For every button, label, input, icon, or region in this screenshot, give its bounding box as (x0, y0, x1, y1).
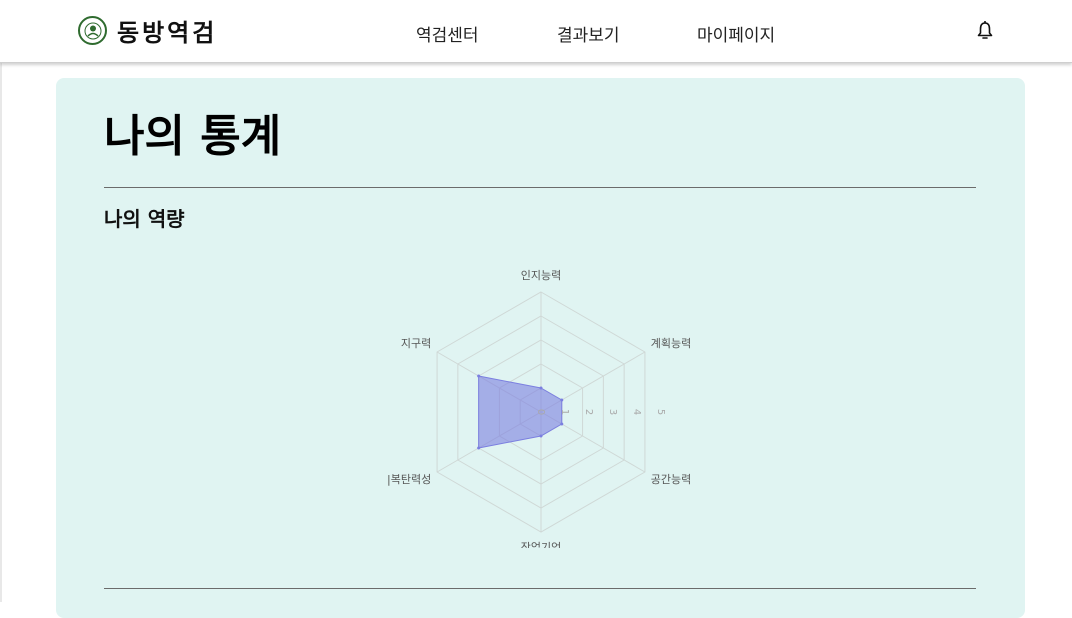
radar-tick-label: 2 (583, 409, 594, 415)
radar-axis-label: 인지능력 (521, 269, 561, 282)
logo-text: 동방역검 (117, 18, 218, 47)
page-left-border (0, 62, 2, 602)
radar-tick-label: 3 (607, 409, 618, 415)
radar-axis-label: 계획능력 (651, 337, 691, 350)
radar-chart: 0 1 2 3 4 5 인지능력계획능력공간능력작업기억 |복탄력성 지구력 (387, 269, 691, 548)
radar-axis-label: 작업기억 (521, 541, 561, 548)
radar-series-area-1 (478, 375, 563, 449)
radar-axis-label: |복탄력성 (387, 473, 431, 486)
radar-tick-label: 5 (655, 409, 666, 415)
radar-data-point-2 (560, 398, 564, 402)
radar-data-point-3 (560, 422, 564, 426)
statistics-panel: 나의 통계 나의 역량 0 1 2 3 4 5 인지능력 계획능력 공간능력 작업기억 |복탄력성 지… (56, 78, 1025, 618)
nav-item-mypage[interactable]: 마이페이지 (697, 21, 775, 46)
radar-axis-label: 지구력 (401, 337, 431, 350)
top-navigation-bar: 동방역검 역검센터 결과보기 마이페이지 (0, 0, 1072, 63)
radar-tick-label: 1 (559, 409, 570, 415)
radar-data-point-4 (539, 434, 543, 438)
logo-icon (78, 16, 107, 45)
radar-data-point-5 (477, 446, 481, 450)
radar-tick-label: 0 (535, 409, 546, 415)
radar-data-point-6 (477, 374, 481, 378)
radar-axis-label: 공간능력 (651, 473, 691, 486)
radar-data-point-1 (539, 386, 543, 390)
logo[interactable]: 동방역검 (78, 13, 217, 48)
section-divider (104, 588, 976, 589)
radar-tick-label: 4 (631, 409, 642, 415)
nav-item-assessment-center[interactable]: 역검센터 (416, 21, 479, 46)
nav-item-results[interactable]: 결과보기 (557, 21, 620, 46)
bell-icon[interactable] (975, 20, 995, 42)
